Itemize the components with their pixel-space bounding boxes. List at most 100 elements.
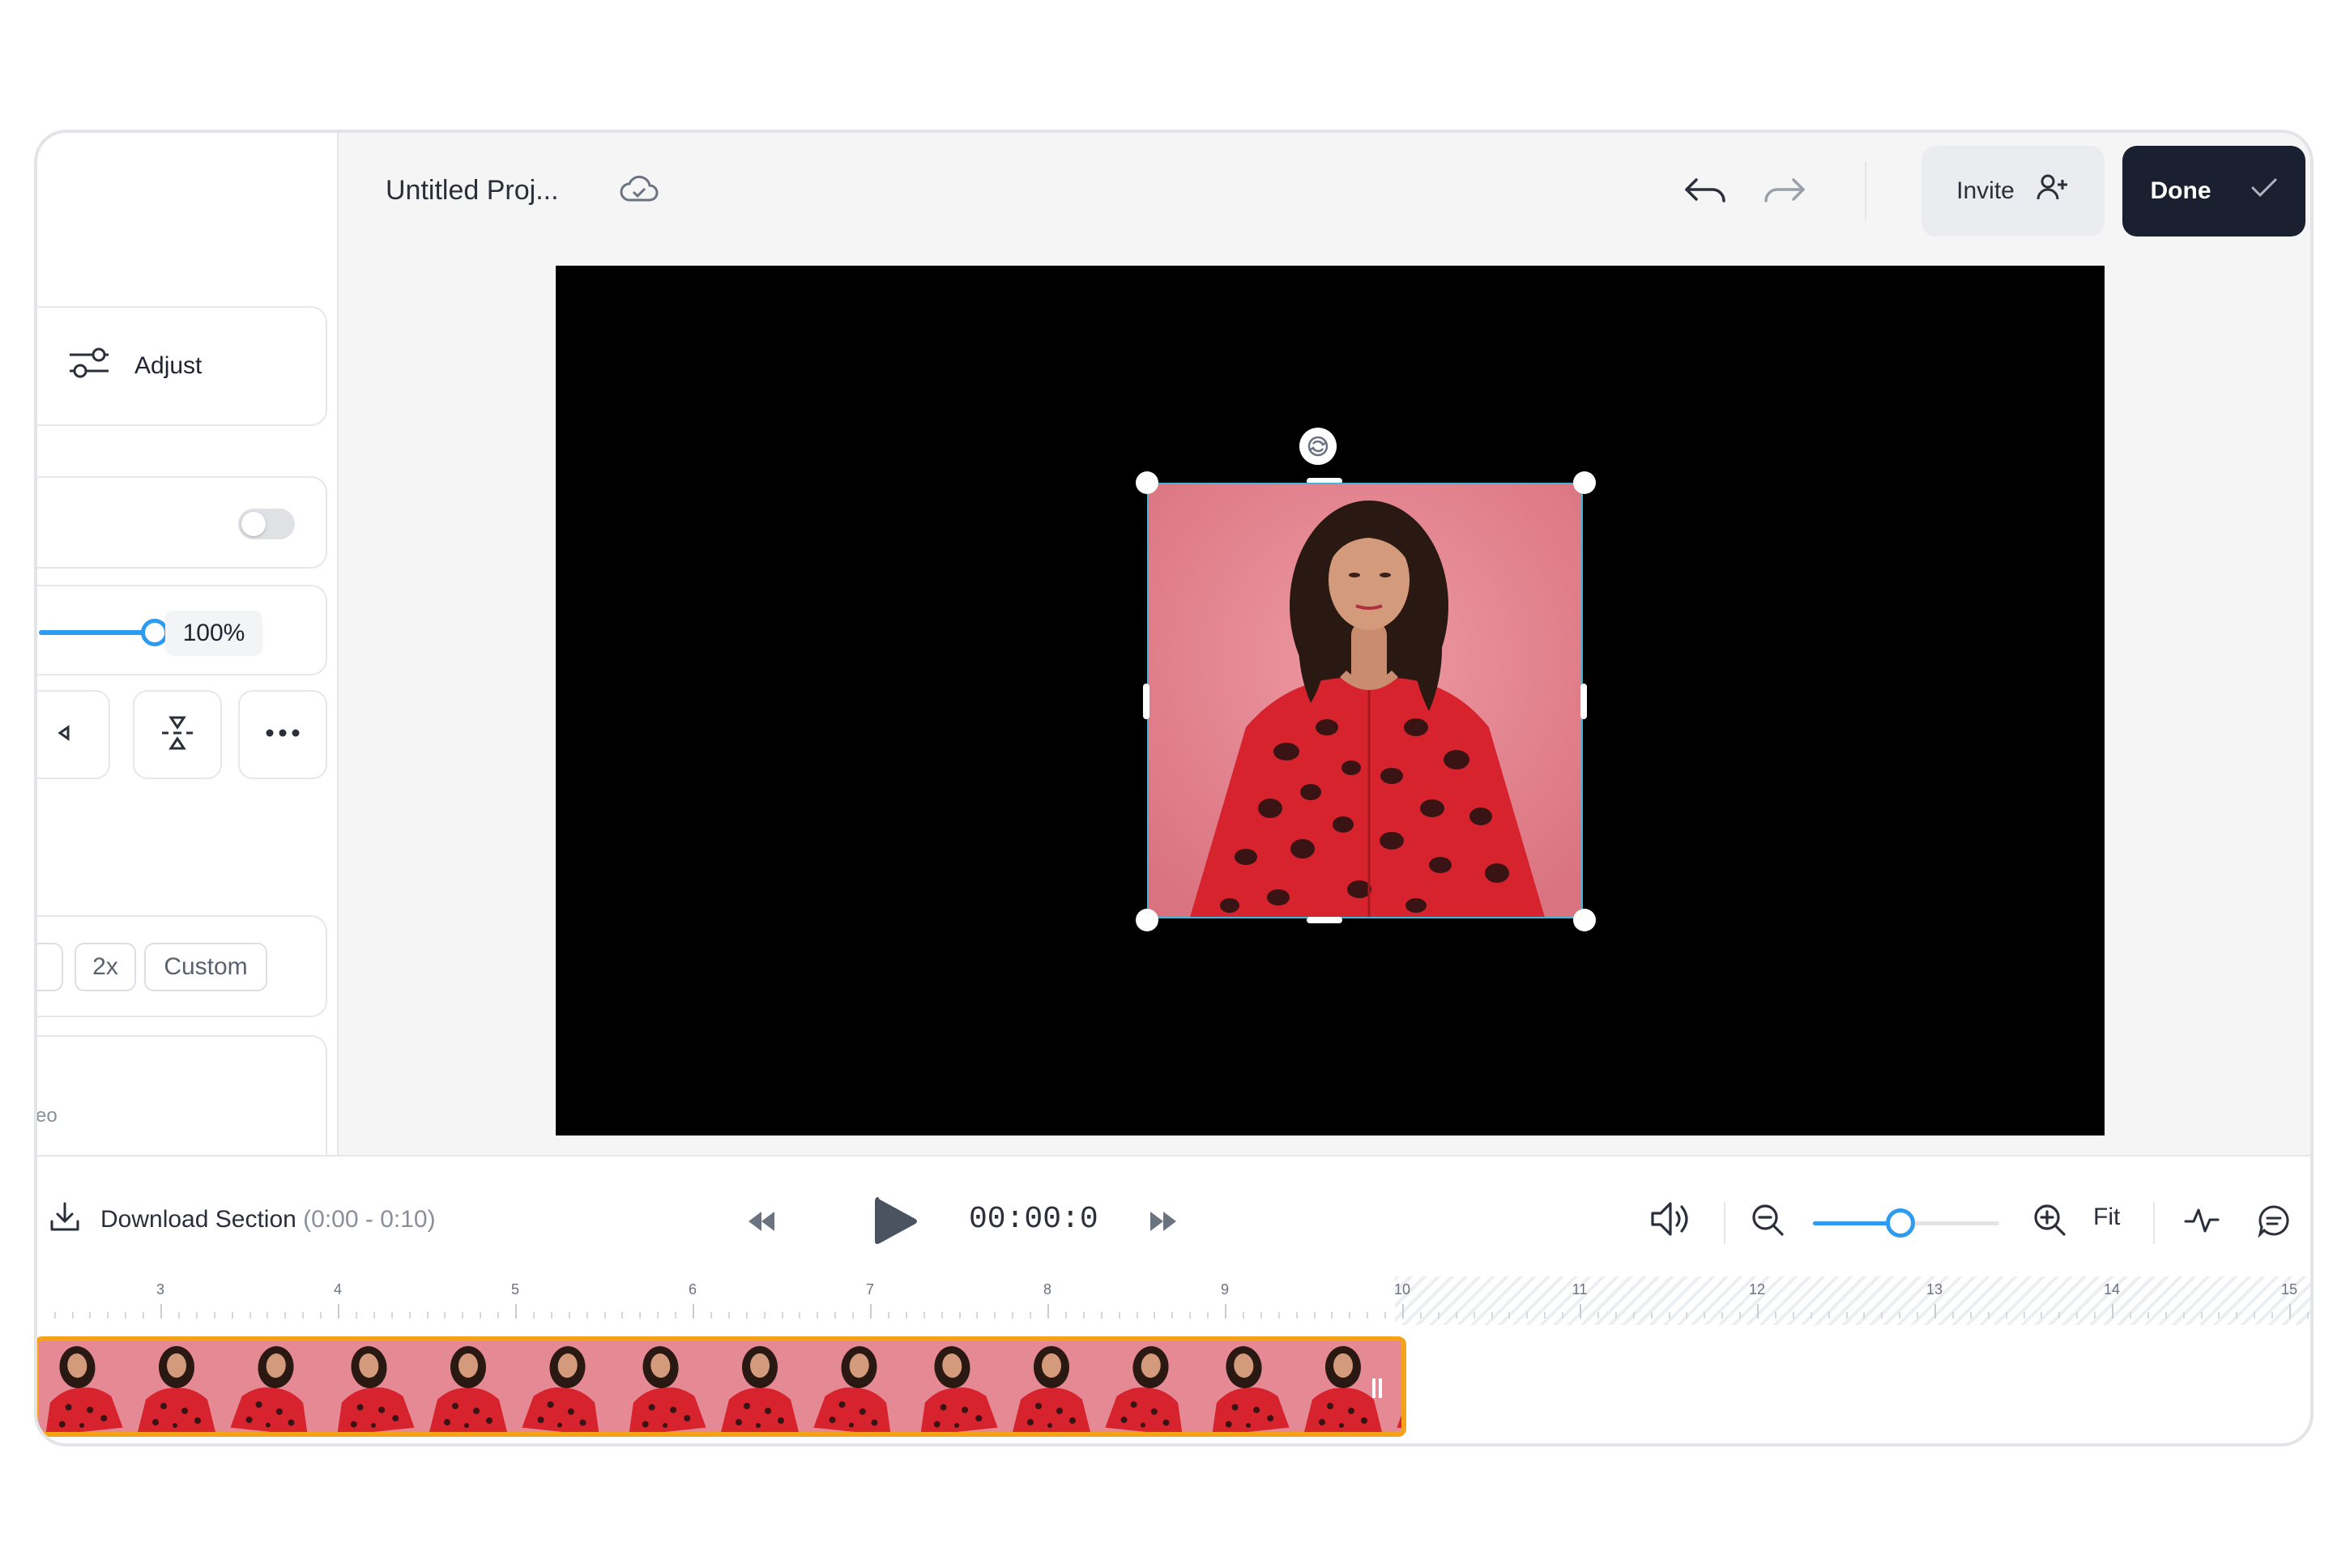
redo-icon[interactable] (1761, 175, 1806, 211)
zoom-in-icon[interactable] (2032, 1202, 2067, 1242)
ruler-tick (160, 1304, 162, 1319)
resize-handle-top-right[interactable] (1573, 471, 1596, 494)
ruler-minor-tick (497, 1312, 500, 1319)
resize-handle-bottom-left[interactable] (1136, 909, 1158, 931)
ruler-minor-tick (887, 1312, 889, 1319)
project-title[interactable]: Untitled Proj... (386, 175, 559, 207)
ruler-minor-tick (1704, 1312, 1706, 1319)
ruler-minor-tick (1491, 1312, 1493, 1319)
ruler-minor-tick (1632, 1312, 1635, 1319)
ruler-minor-tick (1242, 1312, 1244, 1319)
ruler-label: 11 (1572, 1281, 1588, 1297)
zoom-out-icon[interactable] (1750, 1202, 1785, 1242)
ruler-minor-tick (53, 1312, 56, 1319)
ruler-minor-tick (940, 1312, 943, 1319)
ruler-minor-tick (320, 1312, 322, 1319)
download-section-button[interactable]: Download Section (0:00 - 0:10) (49, 1200, 436, 1239)
ruler-minor-tick (1082, 1312, 1085, 1319)
undo-icon[interactable] (1683, 175, 1729, 211)
resize-handle-left[interactable] (1143, 684, 1149, 719)
clip-trim-handle[interactable] (1372, 1378, 1375, 1398)
video-element[interactable] (1147, 483, 1583, 918)
clip-thumbnail (808, 1341, 906, 1432)
ruler-tick (1757, 1304, 1759, 1319)
ruler-label: 8 (1043, 1281, 1052, 1297)
rewind-icon[interactable] (747, 1210, 778, 1237)
clip-thumbnail (322, 1341, 420, 1432)
ruler-minor-tick (1597, 1312, 1599, 1319)
zoom-slider-knob[interactable] (1886, 1208, 1915, 1238)
ruler-tick (338, 1304, 339, 1319)
ruler-minor-tick (302, 1312, 305, 1319)
ruler-minor-tick (621, 1312, 624, 1319)
ruler-minor-tick (1562, 1312, 1564, 1319)
ruler-minor-tick (2058, 1312, 2061, 1319)
comment-icon[interactable] (2257, 1204, 2291, 1242)
ruler-minor-tick (426, 1312, 429, 1319)
ruler-minor-tick (1313, 1312, 1316, 1319)
align-icon (157, 713, 198, 757)
ruler-tick (1225, 1304, 1226, 1319)
rotate-icon[interactable] (1299, 428, 1337, 465)
ruler-label: 3 (156, 1281, 165, 1297)
clip-thumbnail (517, 1341, 614, 1432)
empty-timeline-area (1395, 1276, 2310, 1325)
clip-thumbnail (1100, 1341, 1197, 1432)
header-divider (1865, 162, 1866, 220)
clip-thumbnail (225, 1341, 322, 1432)
more-options-button[interactable] (238, 690, 327, 779)
ruler-minor-tick (2076, 1312, 2079, 1319)
video-canvas[interactable] (556, 266, 2105, 1136)
resize-handle-top-left[interactable] (1136, 471, 1158, 494)
ruler-minor-tick (1100, 1312, 1103, 1319)
ruler-minor-tick (1668, 1312, 1670, 1319)
ruler-minor-tick (639, 1312, 642, 1319)
ruler-tick (1934, 1304, 1936, 1319)
done-button[interactable]: Done (2122, 146, 2305, 236)
ruler-minor-tick (480, 1312, 482, 1319)
clip-thumbnail (711, 1341, 808, 1432)
ruler-minor-tick (1881, 1312, 1883, 1319)
video-clip-track[interactable] (37, 1336, 1406, 1437)
fast-forward-icon[interactable] (1147, 1210, 1178, 1237)
clip-thumbnail (1197, 1341, 1294, 1432)
ruler-minor-tick (143, 1312, 145, 1319)
ruler-minor-tick (1349, 1312, 1351, 1319)
cloud-icon[interactable] (619, 173, 659, 210)
align-button[interactable] (133, 690, 222, 779)
clip-thumbnail (1392, 1341, 1401, 1432)
opacity-slider-track[interactable] (39, 630, 154, 635)
ruler-minor-tick (1544, 1312, 1546, 1319)
ruler-minor-tick (1917, 1312, 1919, 1319)
waveform-icon[interactable] (2184, 1204, 2220, 1240)
done-label: Done (2150, 177, 2211, 204)
resize-handle-bottom[interactable] (1307, 917, 1342, 923)
properties-sidebar: Adjust 100% 2x Custom eo (37, 133, 339, 1155)
ruler-minor-tick (1171, 1312, 1174, 1319)
speed-option-custom[interactable]: Custom (144, 943, 267, 991)
volume-icon[interactable] (1649, 1199, 1695, 1243)
play-icon[interactable] (872, 1194, 920, 1253)
ruler-minor-tick (107, 1312, 109, 1319)
speed-option-2x[interactable]: 2x (75, 943, 136, 991)
invite-button[interactable]: Invite (1921, 146, 2105, 236)
ruler-label: 6 (688, 1281, 697, 1297)
ruler-minor-tick (2094, 1312, 2096, 1319)
resize-handle-bottom-right[interactable] (1573, 909, 1596, 931)
resize-handle-right[interactable] (1580, 684, 1587, 719)
invite-label: Invite (1956, 177, 2015, 204)
ruler-label: 12 (1748, 1281, 1766, 1297)
ruler-minor-tick (1792, 1312, 1794, 1319)
ruler-minor-tick (355, 1312, 357, 1319)
flip-button[interactable] (37, 690, 110, 779)
fit-button[interactable]: Fit (2093, 1204, 2120, 1231)
ruler-minor-tick (2165, 1312, 2167, 1319)
opacity-slider-knob[interactable] (141, 619, 168, 646)
adjust-button[interactable]: Adjust (37, 306, 327, 426)
ruler-minor-tick (1969, 1312, 1972, 1319)
option-toggle[interactable] (238, 509, 295, 539)
ruler-minor-tick (994, 1312, 996, 1319)
opacity-value[interactable]: 100% (165, 611, 262, 656)
speed-option[interactable]: : (37, 943, 63, 991)
opacity-card: 100% (37, 585, 327, 675)
